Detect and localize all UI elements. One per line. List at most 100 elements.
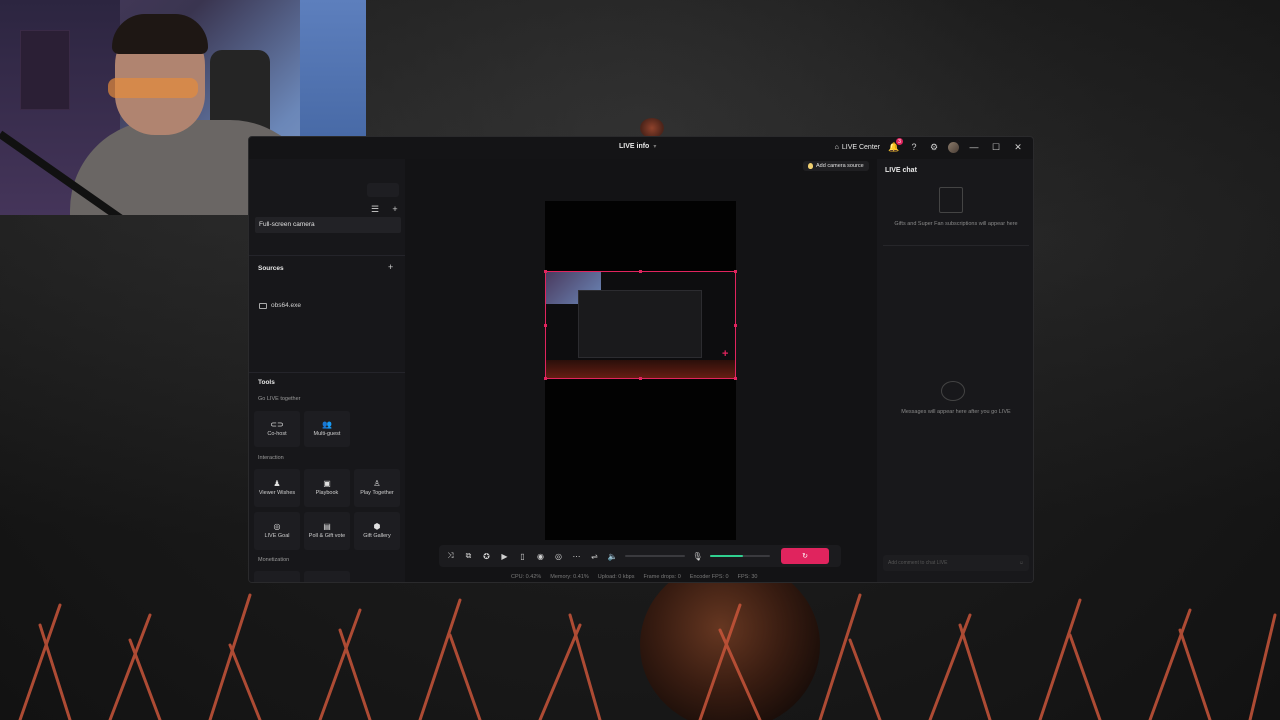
source-item[interactable]: obs64.exe <box>259 302 301 309</box>
add-camera-label: Add camera source <box>816 163 864 169</box>
tool-gift-gallery[interactable]: ⬢ Gift Gallery <box>354 512 400 550</box>
tool-label: Gift Gallery <box>363 533 391 540</box>
live-info-title[interactable]: LIVE info ▾ <box>619 143 656 150</box>
cpu-stat: CPU: 0.42% <box>511 574 542 580</box>
scene-search-input[interactable] <box>367 183 399 197</box>
tool-card-partial[interactable] <box>254 571 300 582</box>
selected-source-frame[interactable]: + <box>545 271 736 379</box>
notification-badge: 3 <box>896 138 903 145</box>
add-scene-button[interactable]: + <box>389 203 401 215</box>
record-icon[interactable]: ◉ <box>535 552 546 561</box>
scene-item-selected[interactable]: Full-screen camera <box>255 217 401 233</box>
resize-handle[interactable] <box>639 270 642 273</box>
tool-viewer-wishes[interactable]: ♟ Viewer Wishes <box>254 469 300 507</box>
tool-playbook[interactable]: ▣ Playbook <box>304 469 350 507</box>
mini-window <box>578 290 702 358</box>
divider <box>249 255 405 256</box>
chevron-down-icon: ▾ <box>653 144 657 150</box>
tools-title: Tools <box>258 379 275 386</box>
tool-label: Play Together <box>360 490 394 497</box>
window-icon <box>259 302 267 309</box>
tool-label: Playbook <box>315 490 339 497</box>
home-icon: ⌂ <box>834 143 839 151</box>
resize-handle[interactable] <box>544 377 547 380</box>
live-center-button[interactable]: ⌂ LIVE Center <box>835 144 880 151</box>
mixer-icon[interactable]: ⇌ <box>589 552 600 561</box>
tool-play-together[interactable]: ♙ Play Together <box>354 469 400 507</box>
play-together-icon: ♙ <box>373 479 381 489</box>
maximize-button[interactable]: ☐ <box>989 141 1003 153</box>
playbook-icon: ▣ <box>323 479 331 489</box>
tool-poll-gift-vote[interactable]: ▤ Poll & Gift vote <box>304 512 350 550</box>
effects-icon[interactable]: ✪ <box>481 552 492 561</box>
webcam-person-glasses <box>108 78 198 98</box>
resize-handle[interactable] <box>734 270 737 273</box>
users-icon: 👥 <box>322 420 332 430</box>
chat-bubble-icon <box>941 381 965 401</box>
scene-actions: ☰ + <box>369 203 401 215</box>
help-icon[interactable]: ? <box>908 141 920 153</box>
resize-handle[interactable] <box>639 377 642 380</box>
gift-icon <box>939 187 963 213</box>
more-icon[interactable]: ⋯ <box>571 552 582 561</box>
tool-label: LIVE Goal <box>264 533 290 540</box>
interaction-title: Interaction <box>258 455 284 461</box>
resize-handle[interactable] <box>544 270 547 273</box>
close-button[interactable]: ✕ <box>1011 141 1025 153</box>
mic-level-fill <box>710 555 743 557</box>
settings-icon[interactable]: ⚙ <box>928 141 940 153</box>
emoji-icon[interactable]: ☺ <box>1019 560 1024 566</box>
upload-stat: Upload: 0 kbps <box>597 574 635 580</box>
poll-icon: ▤ <box>323 522 331 532</box>
transition-icon[interactable]: ⤨ <box>445 551 456 561</box>
microphone-icon[interactable]: 🎙 <box>692 552 703 561</box>
resize-handle[interactable] <box>734 324 737 327</box>
memory-stat: Memory: 0.41% <box>550 574 589 580</box>
chat-input[interactable]: Add comment to chat LIVE ☺ <box>883 555 1029 571</box>
tool-card-partial[interactable] <box>304 571 350 582</box>
media-icon[interactable]: ▶ <box>499 552 510 561</box>
live-studio-window: ☰ + Full-screen camera Sources + obs64.e… <box>248 136 1034 583</box>
tool-label: Viewer Wishes <box>258 490 296 497</box>
add-camera-source-button[interactable]: Add camera source <box>803 161 869 171</box>
wallpaper-ember <box>640 118 664 138</box>
bell-icon[interactable]: 🔔 3 <box>888 138 903 153</box>
encoder-fps-stat: Encoder FPS: 0 <box>689 574 729 580</box>
minimize-button[interactable]: — <box>967 141 981 153</box>
lightbulb-icon <box>808 163 813 169</box>
status-bar: CPU: 0.42% Memory: 0.41% Upload: 0 kbps … <box>511 574 757 580</box>
crosshair-icon: + <box>722 348 729 360</box>
source-item-label: obs64.exe <box>271 302 301 309</box>
go-live-button[interactable]: ↻ <box>781 548 829 564</box>
tool-co-host[interactable]: ⊂⊃ Co-host <box>254 411 300 447</box>
replay-icon[interactable]: ◎ <box>553 552 564 561</box>
tool-label: Co-host <box>267 431 287 438</box>
chat-title: LIVE chat <box>885 167 917 174</box>
mic-level-meter[interactable] <box>710 555 770 557</box>
list-icon[interactable]: ☰ <box>369 203 381 215</box>
left-panel: ☰ + Full-screen camera Sources + obs64.e… <box>249 159 405 582</box>
webcam-person-hair <box>112 14 208 54</box>
volume-slider[interactable] <box>625 555 685 557</box>
tool-multi-guest[interactable]: 👥 Multi-guest <box>304 411 350 447</box>
monetization-title: Monetization <box>258 557 290 563</box>
layout-icon[interactable]: ⧉ <box>463 551 474 561</box>
tool-label: Poll & Gift vote <box>308 533 346 540</box>
chat-input-placeholder: Add comment to chat LIVE <box>888 560 948 566</box>
add-source-button[interactable]: + <box>388 262 393 272</box>
divider <box>883 245 1029 246</box>
speaker-icon[interactable]: 🔈 <box>607 552 618 561</box>
tool-label: Multi-guest <box>313 431 341 438</box>
resize-handle[interactable] <box>544 324 547 327</box>
title-bar: LIVE info ▾ ⌂ LIVE Center 🔔 3 ? ⚙ — ☐ ✕ <box>249 137 1033 159</box>
title-bar-actions: ⌂ LIVE Center 🔔 3 ? ⚙ — ☐ ✕ <box>835 138 1025 153</box>
portrait-icon[interactable]: ▯ <box>517 552 528 561</box>
gifts-empty-message: Gifts and Super Fan subscriptions will a… <box>894 221 1018 227</box>
tool-live-goal[interactable]: ◎ LIVE Goal <box>254 512 300 550</box>
live-center-label: LIVE Center <box>841 143 880 151</box>
avatar[interactable] <box>948 141 959 153</box>
sources-title: Sources <box>258 265 284 272</box>
link-icon: ⊂⊃ <box>270 420 284 430</box>
resize-handle[interactable] <box>734 377 737 380</box>
fps-stat: FPS: 30 <box>737 574 758 580</box>
